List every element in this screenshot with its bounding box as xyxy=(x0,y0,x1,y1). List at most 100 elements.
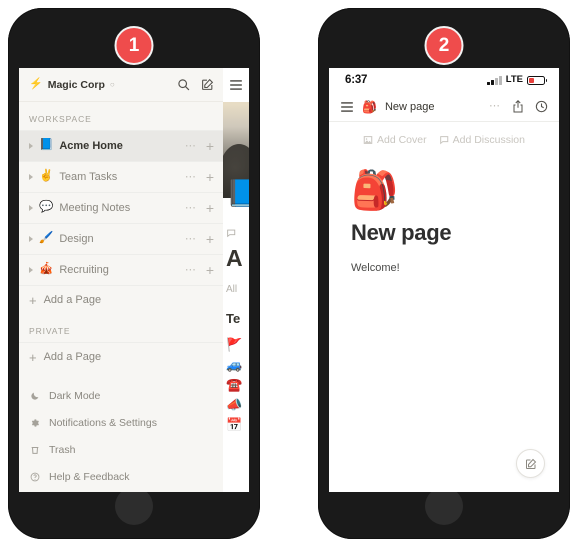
more-options-icon[interactable]: ⋯ xyxy=(185,233,197,245)
add-discussion-label: Add Discussion xyxy=(452,134,525,146)
sidebar-item-dark-mode[interactable]: Dark Mode xyxy=(19,382,223,409)
status-bar: 6:37 LTE xyxy=(329,68,559,92)
add-page-private-button[interactable]: + Add a Page xyxy=(19,342,223,371)
page-emoji-icon: 🎪 xyxy=(39,263,54,276)
page-content: 🎒 New page Welcome! xyxy=(329,150,559,274)
page-navbar: 🎒 New page ⋯ xyxy=(329,92,559,122)
history-clock-icon[interactable] xyxy=(535,100,548,113)
add-discussion-button[interactable]: Add Discussion xyxy=(439,134,525,146)
more-options-icon[interactable]: ⋯ xyxy=(185,171,197,183)
plus-icon: + xyxy=(29,349,37,365)
chevron-right-icon[interactable] xyxy=(29,205,33,211)
add-subpage-icon[interactable]: + xyxy=(206,139,214,153)
switcher-icon: ○ xyxy=(109,79,115,89)
sidebar-item-label: Acme Home xyxy=(59,140,123,152)
more-options-icon[interactable]: ⋯ xyxy=(185,140,197,152)
add-page-workspace-button[interactable]: + Add a Page xyxy=(19,285,223,314)
phone-frame-1: 1 ⚡ Magic Corp ○ WORKSPACE 📘 Acme Home ⋯… xyxy=(8,8,260,539)
add-page-label: Add a Page xyxy=(43,294,102,306)
more-options-icon[interactable]: ⋯ xyxy=(489,101,501,112)
sidebar-item-design[interactable]: 🖌️ Design ⋯ + xyxy=(19,223,223,254)
moon-icon xyxy=(29,391,41,401)
sidebar-item-label: Team Tasks xyxy=(59,171,118,183)
add-cover-label: Add Cover xyxy=(377,134,427,146)
navbar-page-title[interactable]: New page xyxy=(385,101,435,113)
sidebar-header: ⚡ Magic Corp ○ xyxy=(19,68,223,102)
list-item-emoji: 📣 xyxy=(226,397,243,412)
sidebar-item-help-feedback[interactable]: Help & Feedback xyxy=(19,463,223,490)
step-badge-2: 2 xyxy=(424,26,464,65)
comment-icon xyxy=(439,136,448,145)
hamburger-menu-icon[interactable] xyxy=(340,101,354,113)
add-subpage-icon[interactable]: + xyxy=(206,201,214,215)
sidebar-item-label: Help & Feedback xyxy=(49,470,130,483)
add-subpage-icon[interactable]: + xyxy=(206,263,214,277)
page-emoji-icon: 📘 xyxy=(39,139,54,152)
list-item-emoji: 📅 xyxy=(226,417,243,432)
list-item-emoji: ☎️ xyxy=(226,377,243,392)
add-subpage-icon[interactable]: + xyxy=(206,232,214,246)
more-options-icon[interactable]: ⋯ xyxy=(185,202,197,214)
section-label-private: PRIVATE xyxy=(29,326,71,336)
lightning-icon: ⚡ xyxy=(29,78,43,90)
trash-icon xyxy=(29,445,41,455)
sidebar-item-acme-home[interactable]: 📘 Acme Home ⋯ + xyxy=(19,130,223,161)
chevron-right-icon[interactable] xyxy=(29,267,33,273)
add-page-label: Add a Page xyxy=(43,351,102,363)
page-title: A xyxy=(226,245,243,271)
sidebar-item-label: Dark Mode xyxy=(49,389,101,402)
page-preview-behind-drawer[interactable]: 📘 A All Te 🚩 🚙 ☎️ 📣 📅 xyxy=(223,68,249,492)
search-icon[interactable] xyxy=(177,78,190,91)
sidebar-item-notifications-settings[interactable]: Notifications & Settings xyxy=(19,409,223,436)
home-button-1[interactable] xyxy=(115,487,153,525)
compose-fab[interactable] xyxy=(516,449,545,478)
screenshot-stage: 1 ⚡ Magic Corp ○ WORKSPACE 📘 Acme Home ⋯… xyxy=(0,0,578,547)
workspace-name: Magic Corp xyxy=(47,78,105,91)
chevron-right-icon[interactable] xyxy=(29,236,33,242)
sidebar-item-label: Notifications & Settings xyxy=(49,416,157,429)
network-type-label: LTE xyxy=(505,74,523,86)
page-icon-emoji: 📘 xyxy=(226,178,249,208)
phone-1-screen: ⚡ Magic Corp ○ WORKSPACE 📘 Acme Home ⋯ +… xyxy=(19,68,249,492)
page-emoji-icon: 💬 xyxy=(39,201,54,214)
sidebar-item-recruiting[interactable]: 🎪 Recruiting ⋯ + xyxy=(19,254,223,285)
sidebar-item-label: Trash xyxy=(49,443,76,456)
home-button-2[interactable] xyxy=(425,487,463,525)
phone-2-screen: 6:37 LTE 🎒 New page ⋯ Add Cover Add Disc… xyxy=(329,68,559,492)
page-emoji-icon: 🎒 xyxy=(362,99,377,114)
sidebar-item-label: Recruiting xyxy=(59,264,109,276)
comment-icon[interactable] xyxy=(226,228,249,241)
add-cover-button[interactable]: Add Cover xyxy=(363,134,427,146)
chevron-right-icon[interactable] xyxy=(29,143,33,149)
page-action-row: Add Cover Add Discussion xyxy=(329,122,559,150)
add-subpage-icon[interactable]: + xyxy=(206,170,214,184)
chevron-right-icon[interactable] xyxy=(29,174,33,180)
step-badge-1: 1 xyxy=(114,26,154,65)
share-icon[interactable] xyxy=(512,100,524,113)
compose-icon[interactable] xyxy=(201,78,214,91)
gear-icon xyxy=(29,418,41,428)
battery-icon xyxy=(527,75,547,85)
page-subtitle: All xyxy=(226,284,238,295)
signal-strength-icon xyxy=(487,75,502,85)
workspace-switcher[interactable]: ⚡ Magic Corp ○ xyxy=(29,79,177,91)
page-title[interactable]: New page xyxy=(351,220,559,246)
image-icon xyxy=(363,136,373,144)
page-icon-emoji[interactable]: 🎒 xyxy=(351,172,559,210)
plus-icon: + xyxy=(29,292,37,308)
page-list-items: 🚩 🚙 ☎️ 📣 📅 xyxy=(226,338,249,431)
page-section-heading: Te xyxy=(226,311,241,326)
section-label-workspace: WORKSPACE xyxy=(29,114,92,124)
sidebar-item-team-tasks[interactable]: ✌️ Team Tasks ⋯ + xyxy=(19,161,223,192)
more-options-icon[interactable]: ⋯ xyxy=(185,264,197,276)
sidebar-drawer: ⚡ Magic Corp ○ WORKSPACE 📘 Acme Home ⋯ +… xyxy=(19,68,223,492)
phone-frame-2: 2 6:37 LTE 🎒 New page ⋯ Add Cover Add Di… xyxy=(318,8,570,539)
sidebar-item-meeting-notes[interactable]: 💬 Meeting Notes ⋯ + xyxy=(19,192,223,223)
list-item-emoji: 🚩 xyxy=(226,337,243,352)
status-time: 6:37 xyxy=(345,74,368,86)
page-body-text[interactable]: Welcome! xyxy=(351,262,559,274)
hamburger-menu-icon[interactable] xyxy=(223,68,249,102)
page-emoji-icon: ✌️ xyxy=(39,170,54,183)
sidebar-item-trash[interactable]: Trash xyxy=(19,436,223,463)
